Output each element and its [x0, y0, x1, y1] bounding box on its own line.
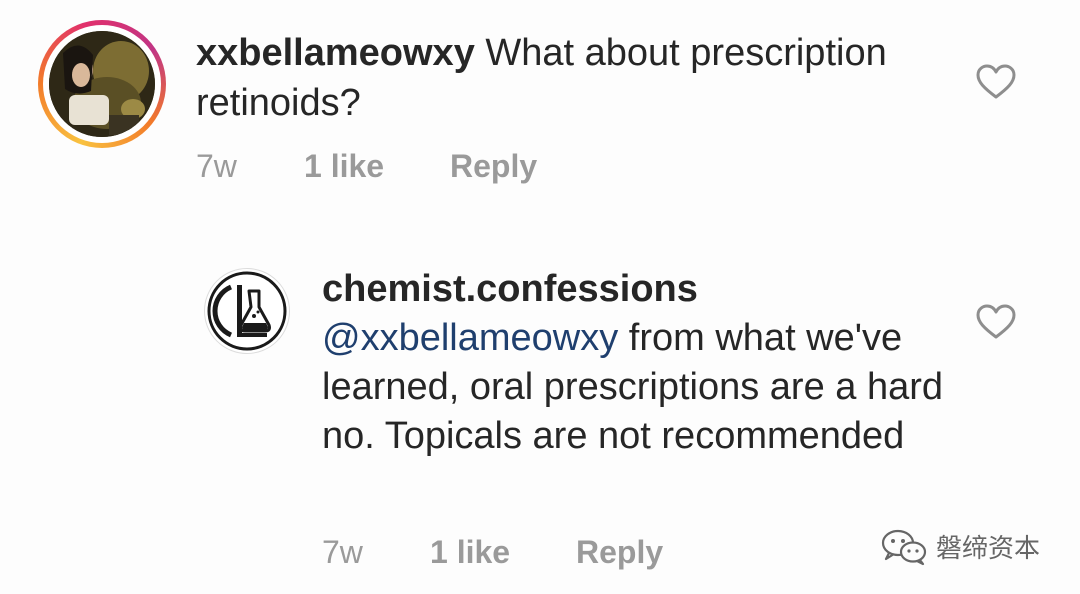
comment-like-count[interactable]: 1 like [304, 148, 384, 185]
watermark: 磐缔资本 [880, 526, 1040, 566]
comment-username[interactable]: xxbellameowxy [196, 32, 475, 74]
comment-username[interactable]: chemist.confessions [322, 265, 962, 314]
comment-body: chemist.confessions @xxbellameowxy from … [322, 265, 962, 461]
reply-button[interactable]: Reply [450, 148, 537, 185]
comment-timestamp: 7w [196, 148, 237, 184]
heart-outline-icon[interactable] [976, 64, 1016, 100]
comment-body: xxbellameowxy What about prescription re… [196, 28, 916, 128]
reply-button[interactable]: Reply [576, 534, 663, 571]
story-ring[interactable] [38, 20, 166, 148]
wechat-icon [881, 529, 927, 566]
comment-meta: 7w 1 like Reply [322, 534, 742, 574]
comment-like-count[interactable]: 1 like [430, 534, 510, 571]
avatar[interactable] [204, 268, 290, 354]
avatar[interactable] [49, 31, 155, 137]
comment-item: xxbellameowxy What about prescription re… [0, 0, 1080, 220]
comment-meta: 7w 1 like Reply [196, 148, 616, 188]
heart-outline-icon[interactable] [976, 304, 1016, 340]
watermark-text: 磐缔资本 [936, 533, 1041, 564]
user-photo-avatar-icon [49, 31, 155, 137]
comments-screen: xxbellameowxy What about prescription re… [0, 0, 1080, 594]
mention-link[interactable]: @xxbellameowxy [322, 317, 618, 359]
chemist-confessions-logo-icon [207, 271, 287, 351]
comment-timestamp: 7w [322, 534, 363, 570]
